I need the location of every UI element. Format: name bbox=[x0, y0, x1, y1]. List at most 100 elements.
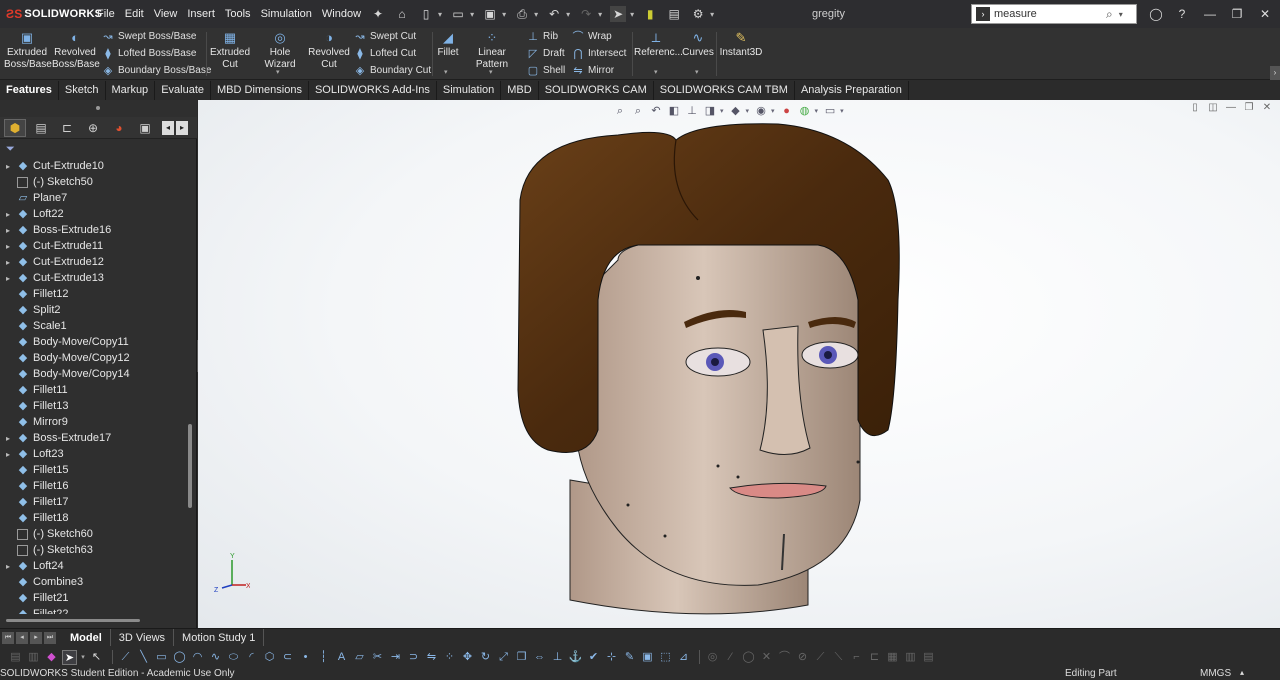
pin-icon[interactable]: ✦ bbox=[370, 6, 386, 22]
tree-item[interactable]: (-) Sketch63 bbox=[0, 542, 184, 558]
last-tab-icon[interactable]: ⏭ bbox=[44, 631, 56, 644]
instant2d-icon[interactable]: ⊿ bbox=[676, 650, 691, 665]
quick-snaps-icon[interactable]: ⊹ bbox=[604, 650, 619, 665]
line-icon[interactable]: ╲ bbox=[136, 650, 151, 665]
restore-icon[interactable]: ❐ bbox=[1224, 0, 1250, 28]
boundary-cut-button[interactable]: ◈ Boundary Cut bbox=[353, 62, 431, 79]
graphics-area[interactable]: ⌕ ⌕ ↶ ◧ ⊥ ◨ ▾ ◆ ▾ ◉ ▾ ● ◍ ▾ ▭ ▾ ▯ ◫ — ❐ ✕ bbox=[198, 100, 1280, 628]
expand-arrow-icon[interactable]: ▸ bbox=[0, 226, 16, 235]
repair-icon[interactable]: ✔ bbox=[586, 650, 601, 665]
sketch-picture-icon[interactable]: ▣ bbox=[640, 650, 655, 665]
curve-tool-icon[interactable]: ⌒ bbox=[777, 650, 792, 665]
tree-item[interactable]: ◆ Fillet17 bbox=[0, 494, 184, 510]
dimxpert-tab-icon[interactable]: ⊕ bbox=[82, 119, 104, 137]
head-model[interactable] bbox=[198, 100, 1280, 628]
tree-item[interactable]: ▸ ◆ Loft22 bbox=[0, 206, 184, 222]
scroll-thumb[interactable] bbox=[6, 619, 140, 622]
relation-icon[interactable]: ⊥ bbox=[550, 650, 565, 665]
prev-tab-icon[interactable]: ◂ bbox=[16, 631, 28, 644]
appearance-icon[interactable]: ◆ bbox=[44, 650, 59, 665]
unit-system-selector[interactable]: MMGS bbox=[1200, 668, 1231, 680]
menu-window[interactable]: Window bbox=[317, 0, 366, 28]
tool-icon[interactable]: ⊏ bbox=[867, 650, 882, 665]
search-commands[interactable]: › ⌕ ▾ bbox=[971, 4, 1137, 24]
text-icon[interactable]: A bbox=[334, 650, 349, 665]
tab-solidworks-cam[interactable]: SOLIDWORKS CAM bbox=[539, 81, 654, 100]
circle-tool-icon[interactable]: ◎ bbox=[705, 650, 720, 665]
copy-icon[interactable]: ❐ bbox=[514, 650, 529, 665]
next-tab-icon[interactable]: ▸ bbox=[30, 631, 42, 644]
tree-item[interactable]: ▸ ◆ Cut-Extrude13 bbox=[0, 270, 184, 286]
tree-item[interactable]: (-) Sketch60 bbox=[0, 526, 184, 542]
wrap-button[interactable]: ⌒ Wrap bbox=[571, 28, 612, 45]
ellipse-icon[interactable]: ⬭ bbox=[226, 650, 241, 665]
offset-icon[interactable]: ⊃ bbox=[406, 650, 421, 665]
help-icon[interactable]: ? bbox=[1169, 0, 1195, 28]
search-dropdown-icon[interactable]: ▾ bbox=[1119, 10, 1123, 19]
boundary-boss-button[interactable]: ◈ Boundary Boss/Base bbox=[101, 62, 212, 79]
fix-icon[interactable]: ⚓ bbox=[568, 650, 583, 665]
tool-icon[interactable]: ⌐ bbox=[849, 650, 864, 665]
tree-item[interactable]: ◆ Fillet11 bbox=[0, 382, 184, 398]
save-icon[interactable]: ▣ bbox=[482, 6, 498, 22]
display-manager-tab-icon[interactable]: ◕ bbox=[108, 119, 130, 137]
smart-dimension-icon[interactable]: ⟋ bbox=[118, 650, 133, 665]
3d-sketch-icon[interactable]: ⬚ bbox=[658, 650, 673, 665]
slash-tool-icon[interactable]: ⁄ bbox=[723, 650, 738, 665]
point-icon[interactable]: • bbox=[298, 650, 313, 665]
swept-cut-button[interactable]: ↝ Swept Cut bbox=[353, 28, 416, 45]
rotate-icon[interactable]: ↻ bbox=[478, 650, 493, 665]
menu-simulation[interactable]: Simulation bbox=[256, 0, 317, 28]
rectangle-icon[interactable]: ▭ bbox=[154, 650, 169, 665]
tab-model[interactable]: Model bbox=[62, 628, 111, 647]
plane-icon[interactable]: ▱ bbox=[352, 650, 367, 665]
tab-simulation[interactable]: Simulation bbox=[437, 81, 502, 100]
tree-item[interactable]: ◆ Combine3 bbox=[0, 574, 184, 590]
curves-button[interactable]: ∿ Curves bbox=[681, 30, 715, 59]
tab-mbd-dimensions[interactable]: MBD Dimensions bbox=[211, 81, 309, 100]
expand-arrow-icon[interactable]: ▸ bbox=[0, 274, 16, 283]
curves-dropdown[interactable]: ▾ bbox=[695, 68, 699, 76]
slot-icon[interactable]: ⊂ bbox=[280, 650, 295, 665]
tab-sketch[interactable]: Sketch bbox=[59, 81, 106, 100]
rib-button[interactable]: ⊥ Rib bbox=[526, 28, 558, 45]
mirror-button[interactable]: ⇋ Mirror bbox=[571, 62, 614, 79]
reference-geometry-button[interactable]: ⟂ Referenc... bbox=[634, 30, 683, 59]
tree-item[interactable]: ◆ Fillet15 bbox=[0, 462, 184, 478]
tree-item[interactable]: ◆ Fillet21 bbox=[0, 590, 184, 606]
tree-item[interactable]: ▸ ◆ Loft24 bbox=[0, 558, 184, 574]
tool-icon[interactable]: ▤ bbox=[8, 650, 23, 665]
tree-item[interactable]: ◆ Split2 bbox=[0, 302, 184, 318]
move-icon[interactable]: ✥ bbox=[460, 650, 475, 665]
reference-dropdown[interactable]: ▾ bbox=[654, 68, 658, 76]
circle-icon[interactable]: ◯ bbox=[172, 650, 187, 665]
polygon-icon[interactable]: ⬡ bbox=[262, 650, 277, 665]
tree-item[interactable]: (-) Sketch50 bbox=[0, 174, 184, 190]
cam-tab-icon[interactable]: ▣ bbox=[134, 119, 156, 137]
tab-3d-views[interactable]: 3D Views bbox=[111, 628, 175, 647]
fillet-sketch-icon[interactable]: ◜ bbox=[244, 650, 259, 665]
first-tab-icon[interactable]: ⏮ bbox=[2, 631, 14, 644]
trim-icon[interactable]: ✂ bbox=[370, 650, 385, 665]
tree-item[interactable]: ▸ ◆ Loft23 bbox=[0, 446, 184, 462]
expand-arrow-icon[interactable]: ▸ bbox=[0, 162, 16, 171]
arc-icon[interactable]: ◠ bbox=[190, 650, 205, 665]
instant3d-button[interactable]: ✎ Instant3D bbox=[719, 30, 763, 59]
shell-button[interactable]: ▢ Shell bbox=[526, 62, 565, 79]
spline-icon[interactable]: ∿ bbox=[208, 650, 223, 665]
solidworks-logo[interactable]: ƧS SOLIDWORKS bbox=[0, 0, 102, 28]
traffic-light-icon[interactable]: ▮ bbox=[642, 6, 658, 22]
redo-icon[interactable]: ↷ bbox=[578, 6, 594, 22]
search-input[interactable] bbox=[994, 8, 1104, 20]
fillet-dropdown[interactable]: ▾ bbox=[444, 68, 448, 76]
tab-solidworks-add-ins[interactable]: SOLIDWORKS Add-Ins bbox=[309, 81, 437, 100]
menu-insert[interactable]: Insert bbox=[182, 0, 220, 28]
tree-item[interactable]: ▱ Plane7 bbox=[0, 190, 184, 206]
minimize-icon[interactable]: — bbox=[1197, 0, 1223, 28]
tool-icon[interactable]: ⟍ bbox=[831, 650, 846, 665]
lofted-cut-button[interactable]: ⧫ Lofted Cut bbox=[353, 45, 416, 62]
tool-icon[interactable]: ▥ bbox=[26, 650, 41, 665]
tree-item[interactable]: ◆ Fillet13 bbox=[0, 398, 184, 414]
tree-item[interactable]: ◆ Body-Move/Copy11 bbox=[0, 334, 184, 350]
hole-wizard-dropdown[interactable]: ▾ bbox=[276, 68, 280, 76]
